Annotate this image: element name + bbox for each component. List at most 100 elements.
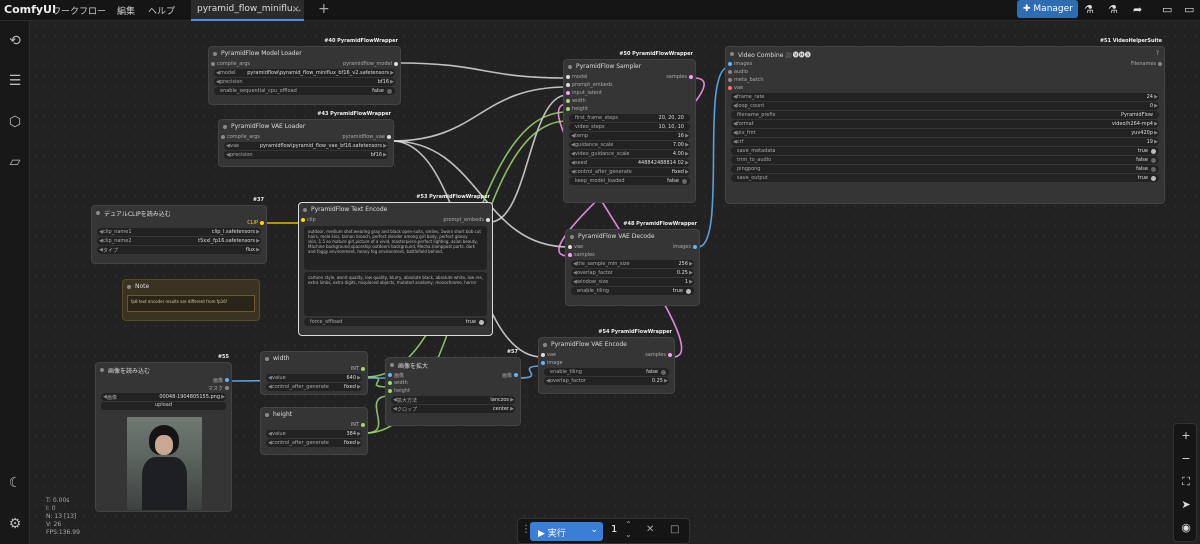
node-model-loader[interactable]: #40 PyramidFlowWrapper PyramidFlow Model… (208, 38, 401, 105)
chevron-left-icon[interactable]: ◀ (573, 261, 577, 267)
chevron-right-icon[interactable]: ▶ (256, 238, 260, 244)
input-dot[interactable] (541, 353, 545, 357)
history-icon[interactable]: ⟲ (6, 33, 24, 51)
chevron-right-icon[interactable]: ▶ (357, 440, 361, 446)
input-dot[interactable] (388, 389, 392, 393)
input-dot[interactable] (301, 218, 305, 222)
queue-icon[interactable]: ☰ (6, 73, 24, 91)
window-size-stepper[interactable]: ◀ window_size 1 ▶ (571, 278, 694, 286)
chevron-right-icon[interactable]: ▶ (689, 261, 693, 267)
node-vae-loader[interactable]: #43 PyramidFlowWrapper PyramidFlow VAE L… (218, 111, 394, 167)
chevron-left-icon[interactable]: ◀ (226, 143, 230, 149)
chevron-left-icon[interactable]: ◀ (99, 238, 103, 244)
output-dot[interactable] (361, 423, 365, 427)
chevron-left-icon[interactable]: ◀ (103, 394, 107, 400)
seed-stepper[interactable]: ◀ seed 448842488814 02 ▶ (569, 159, 690, 167)
input-dot[interactable] (728, 70, 732, 74)
chevron-left-icon[interactable]: ◀ (733, 130, 737, 136)
chevron-left-icon[interactable]: ◀ (573, 279, 577, 285)
node-link-wire[interactable] (391, 86, 568, 142)
chevron-right-icon[interactable]: ▶ (510, 406, 514, 412)
crop-combo[interactable]: ◀ クロップ center ▶ (391, 405, 515, 413)
enable-tiling-toggle[interactable]: enable_tiling true (571, 287, 694, 295)
frame-rate-stepper[interactable]: ◀ frame_rate 24 ▶ (731, 93, 1159, 101)
node-vae-decode[interactable]: #48 PyramidFlowWrapper PyramidFlow VAE D… (565, 221, 700, 306)
node-dual-clip-loader[interactable]: #37 デュアルCLIPを読み込む CLIP ◀ clip_name1 clip… (91, 197, 267, 264)
chevron-down-icon[interactable]: ⌄ (590, 525, 598, 535)
node-library-icon[interactable]: ⬡ (6, 114, 24, 132)
input-dot[interactable] (566, 75, 570, 79)
chevron-left-icon[interactable]: ◀ (546, 378, 550, 384)
vae-combo[interactable]: ◀ vae pyramidflow\pyramid_flow_vae_bf16.… (224, 142, 388, 150)
tab-workflow[interactable]: pyramid_flow_miniflu... × (191, 0, 304, 21)
zoom-in-icon[interactable]: + (1179, 429, 1193, 443)
output-dot[interactable] (260, 221, 264, 225)
chevron-left-icon[interactable]: ◀ (733, 121, 737, 127)
output-dot[interactable] (394, 62, 398, 66)
guidance-scale-stepper[interactable]: ◀ guidance_scale 7.00 ▶ (569, 141, 690, 149)
input-dot[interactable] (211, 62, 215, 66)
node-width-int[interactable]: width INT ◀ value 640 ▶ ◀ control_after_gene… (260, 351, 368, 395)
overlap-factor-stepper[interactable]: ◀ overlap_factor 0.25 ▶ (571, 269, 694, 277)
input-dot[interactable] (388, 373, 392, 377)
trim-to-audio-toggle[interactable]: trim_to_audio false (731, 156, 1159, 164)
cpu-offload-toggle[interactable]: enable_sequential_cpu_offload false (214, 87, 395, 95)
node-sampler[interactable]: #50 PyramidFlowWrapper PyramidFlow Sampl… (563, 51, 696, 203)
chevron-right-icon[interactable]: ▶ (510, 397, 514, 403)
precision-combo[interactable]: ◀ precision bf16 ▶ (214, 78, 395, 86)
chevron-right-icon[interactable]: ▶ (256, 229, 260, 235)
chevron-right-icon[interactable]: ▶ (685, 169, 689, 175)
chevron-left-icon[interactable]: ◀ (268, 375, 272, 381)
chevron-left-icon[interactable]: ◀ (393, 406, 397, 412)
enable-tiling-toggle[interactable]: enable_tiling false (544, 368, 669, 376)
chevron-right-icon[interactable]: ▶ (1154, 94, 1158, 100)
app-logo[interactable]: ComfyUI (4, 3, 56, 16)
menu-workflow[interactable]: ワークフロー (52, 4, 106, 17)
negative-prompt-textarea[interactable]: cartoon style, worst quality, low qualit… (304, 272, 487, 316)
share-icon[interactable]: ➦ (1133, 3, 1142, 16)
model-alt-icon[interactable]: ⚗ (1108, 3, 1118, 16)
output-dot[interactable] (361, 367, 365, 371)
tile-sample-min-size-stepper[interactable]: ◀ tile_sample_min_size 256 ▶ (571, 260, 694, 268)
keep-model-loaded-toggle[interactable]: keep_model_loaded false (569, 177, 690, 185)
output-dot[interactable] (486, 218, 490, 222)
chevron-left-icon[interactable]: ◀ (733, 103, 737, 109)
input-dot[interactable] (566, 99, 570, 103)
loop-count-stepper[interactable]: ◀ loop_count 0 ▶ (731, 102, 1159, 110)
chevron-right-icon[interactable]: ▶ (383, 143, 387, 149)
theme-moon-icon[interactable]: ☾ (6, 475, 24, 493)
fit-view-icon[interactable]: ⛶ (1179, 475, 1193, 489)
video-steps-field[interactable]: video_steps 10, 10, 10 (569, 123, 690, 131)
chevron-right-icon[interactable]: ▶ (357, 431, 361, 437)
clip-name1-combo[interactable]: ◀ clip_name1 clip_l.safetensors ▶ (97, 228, 261, 236)
width-value-stepper[interactable]: ◀ value 640 ▶ (266, 374, 362, 382)
input-dot[interactable] (566, 107, 570, 111)
output-dot[interactable] (225, 386, 229, 390)
chevron-right-icon[interactable]: ▶ (1154, 130, 1158, 136)
clip-type-combo[interactable]: ◀ タイプ flux ▶ (97, 246, 261, 254)
image-combo[interactable]: ◀ 画像 00048-1904805155.png ▶ (101, 393, 226, 401)
input-dot[interactable] (388, 381, 392, 385)
settings-gear-icon[interactable]: ⚙ (6, 516, 24, 534)
clip-name2-combo[interactable]: ◀ clip_name2 t5xxl_fp16.safetensors ▶ (97, 237, 261, 245)
input-dot[interactable] (568, 245, 572, 249)
node-load-image[interactable]: #55 画像を読み込む 画像 マスク ◀ 画像 00048-1904805155.p… (95, 354, 232, 512)
force-offload-toggle[interactable]: force_offload true (304, 318, 487, 326)
model-combo[interactable]: ◀ model pyramidflow\pyramid_flow_miniflu… (214, 69, 395, 77)
width-control-combo[interactable]: ◀ control_after_generate fixed ▶ (266, 383, 362, 391)
stop-icon[interactable]: □ (670, 524, 679, 535)
chevron-left-icon[interactable]: ◀ (226, 152, 230, 158)
output-dot[interactable] (225, 378, 229, 382)
chevron-left-icon[interactable]: ◀ (393, 397, 397, 403)
tab-close-button[interactable]: × (292, 4, 300, 15)
workflows-folder-icon[interactable]: ▱ (6, 154, 24, 172)
chevron-right-icon[interactable]: ▶ (390, 70, 394, 76)
chevron-right-icon[interactable]: ▶ (357, 375, 361, 381)
note-text[interactable]: fp8 text encoder results are different f… (127, 295, 255, 312)
temp-stepper[interactable]: ◀ temp 16 ▶ (569, 132, 690, 140)
chevron-right-icon[interactable]: ▶ (383, 152, 387, 158)
chevron-right-icon[interactable]: ▶ (357, 384, 361, 390)
input-dot[interactable] (728, 78, 732, 82)
chevron-left-icon[interactable]: ◀ (733, 139, 737, 145)
node-image-upscale[interactable]: #57 画像を拡大 画像 画像 width height ◀ 拡大方法 lanczo… (385, 349, 521, 426)
